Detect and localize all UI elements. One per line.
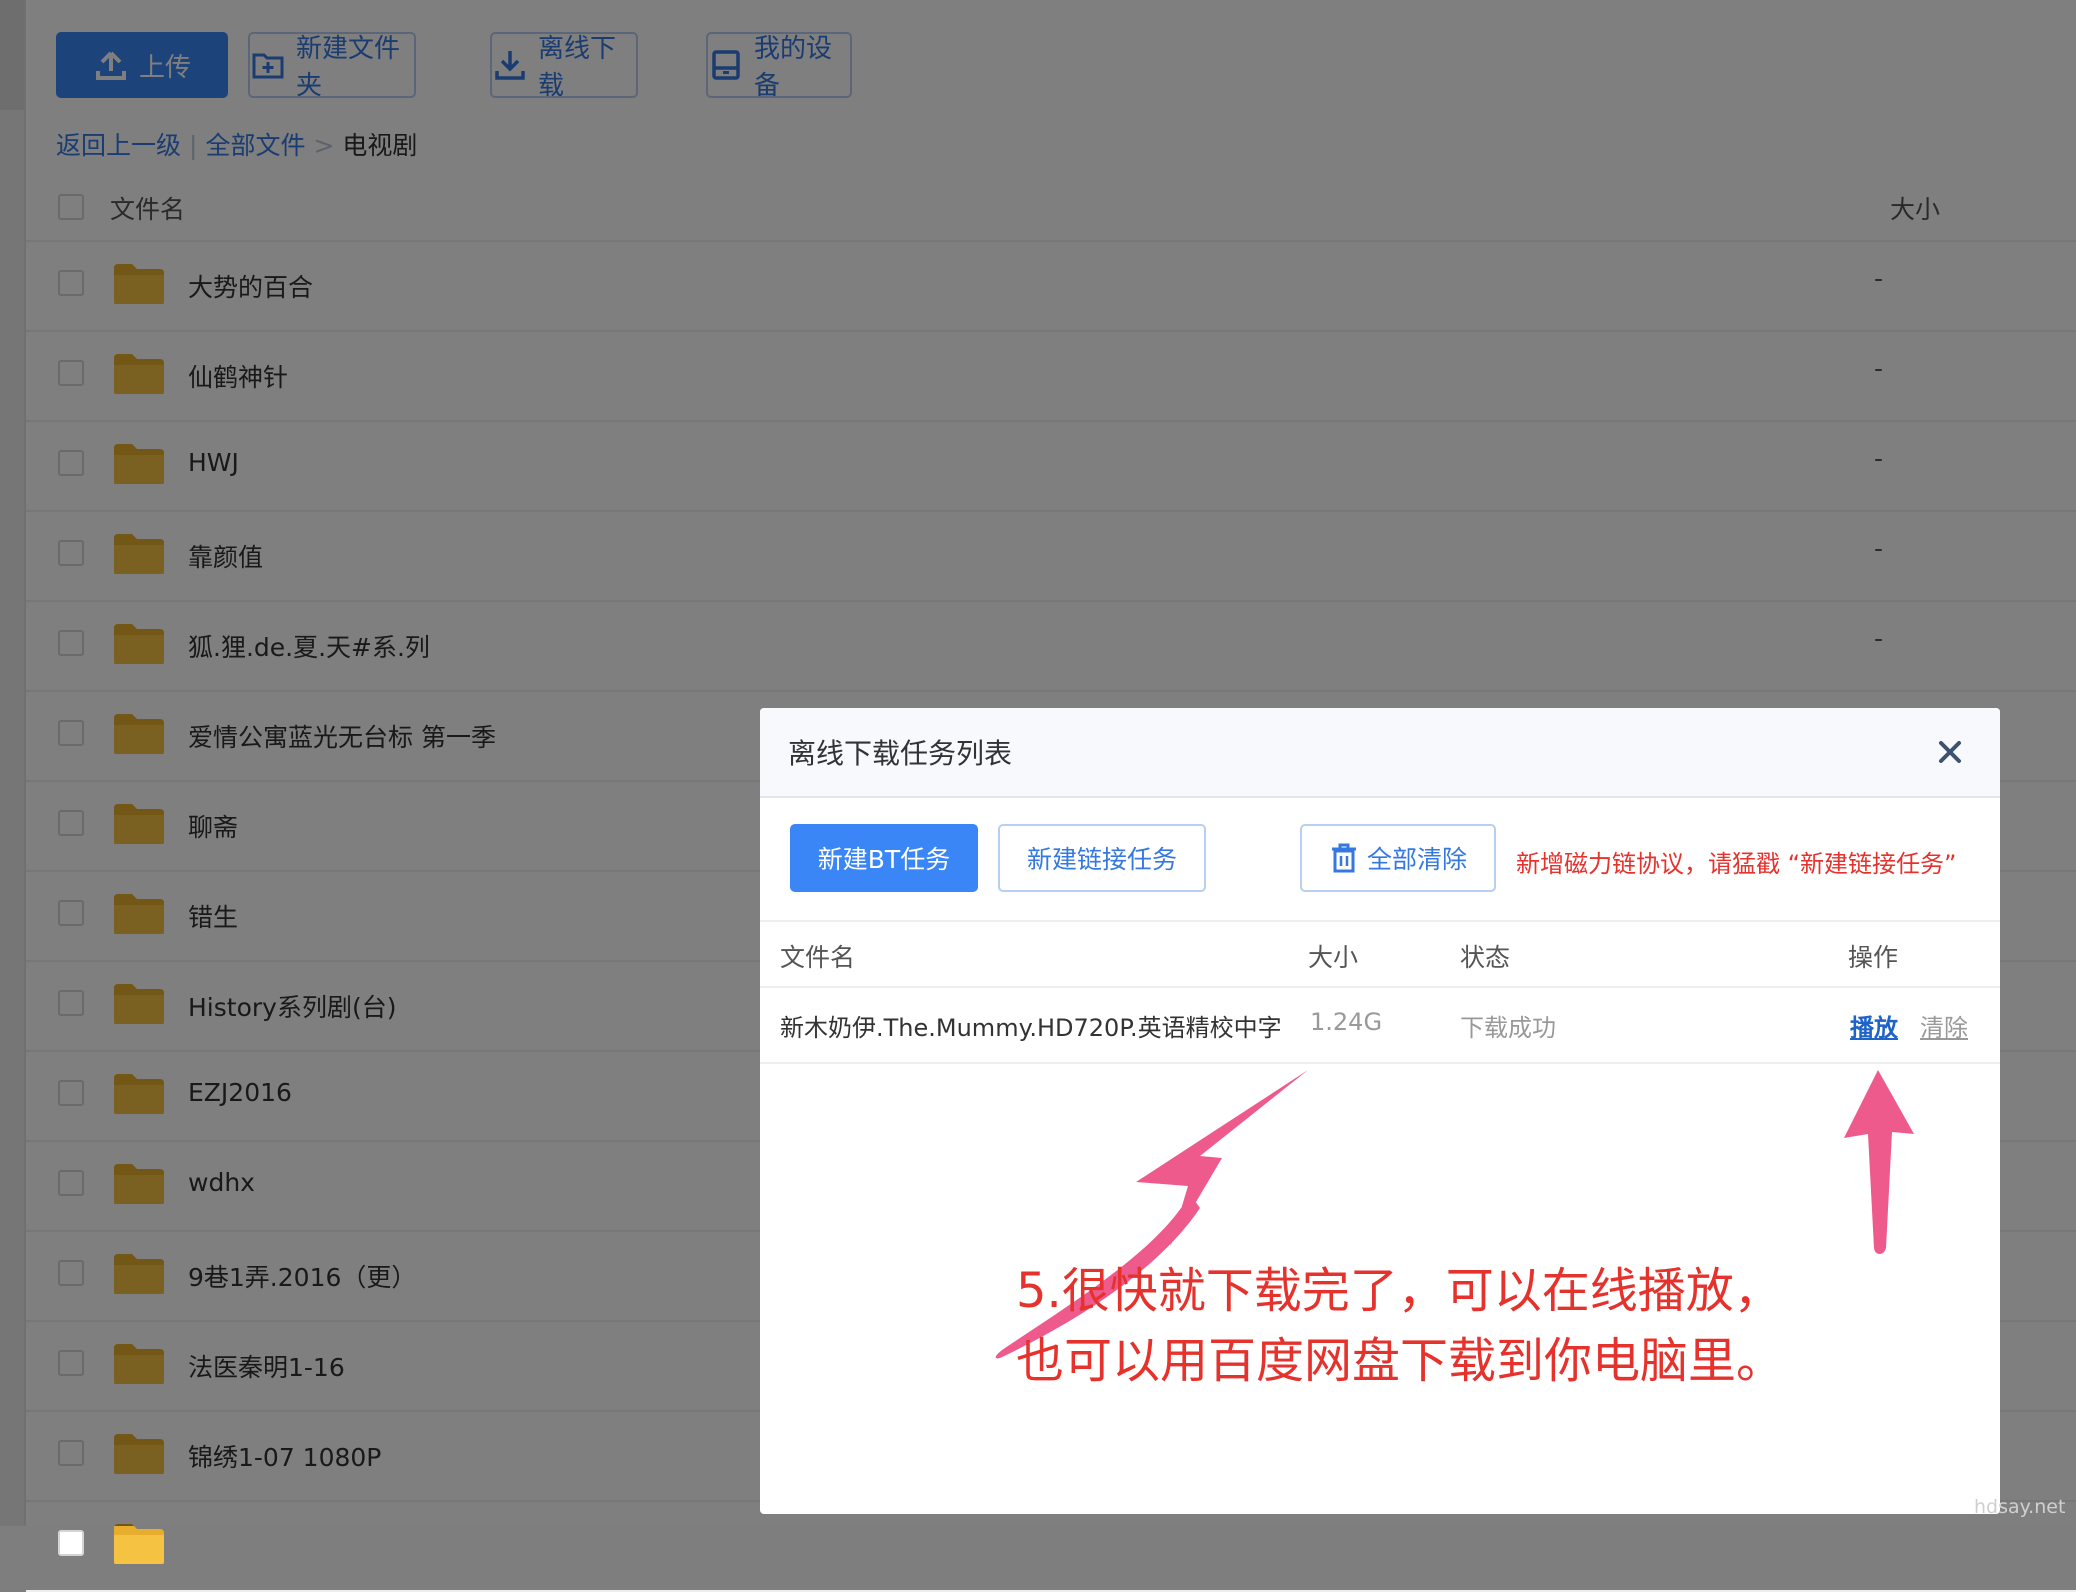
close-icon[interactable] bbox=[1932, 734, 1968, 770]
play-link[interactable]: 播放 bbox=[1850, 1008, 1898, 1043]
task-column-name: 文件名 bbox=[780, 943, 856, 972]
annotation-line-1: 5.很快就下载完了，可以在线播放， bbox=[1016, 1263, 1782, 1319]
clear-task-link[interactable]: 清除 bbox=[1920, 1008, 1968, 1043]
arrow-to-play bbox=[1844, 1070, 1914, 1254]
annotation-line-2: 也可以用百度网盘下载到你电脑里。 bbox=[1016, 1333, 1785, 1389]
new-bt-task-label: 新建BT任务 bbox=[817, 845, 951, 874]
task-file-name: 新木奶伊.The.Mummy.HD720P.英语精校中字 bbox=[780, 1014, 1282, 1042]
task-file-size: 1.24G bbox=[1310, 1008, 1383, 1036]
task-column-action: 操作 bbox=[1848, 943, 1899, 972]
magnet-notice: 新增磁力链协议，请猛戳 “新建链接任务” bbox=[1516, 850, 1957, 878]
folder-icon bbox=[112, 1522, 166, 1566]
dialog-header: 离线下载任务列表 bbox=[760, 708, 2000, 798]
row-checkbox[interactable] bbox=[58, 1530, 84, 1556]
task-column-size: 大小 bbox=[1308, 943, 1359, 972]
task-table-header: 文件名 大小 状态 操作 bbox=[760, 920, 2000, 988]
new-bt-task-button[interactable]: 新建BT任务 bbox=[790, 824, 978, 892]
new-link-task-button[interactable]: 新建链接任务 bbox=[998, 824, 1206, 892]
task-column-status: 状态 bbox=[1460, 943, 1511, 972]
task-status: 下载成功 bbox=[1460, 1014, 1556, 1042]
dialog-title: 离线下载任务列表 bbox=[788, 737, 1013, 770]
task-row: 新木奶伊.The.Mummy.HD720P.英语精校中字 1.24G 下载成功 … bbox=[760, 986, 2000, 1064]
new-link-task-label: 新建链接任务 bbox=[1026, 845, 1177, 874]
offline-download-dialog: 离线下载任务列表 新建BT任务 新建链接任务 全部清除 新增磁力链协议，请猛戳 … bbox=[760, 708, 2000, 1514]
clear-all-label: 全部清除 bbox=[1366, 845, 1467, 874]
trash-icon bbox=[1329, 842, 1359, 874]
tutorial-annotation: 5.很快就下载完了，可以在线播放， 也可以用百度网盘下载到你电脑里。 bbox=[1016, 1256, 1784, 1396]
clear-all-button[interactable]: 全部清除 bbox=[1300, 824, 1496, 892]
watermark: hdsay.net bbox=[1974, 1496, 2066, 1518]
